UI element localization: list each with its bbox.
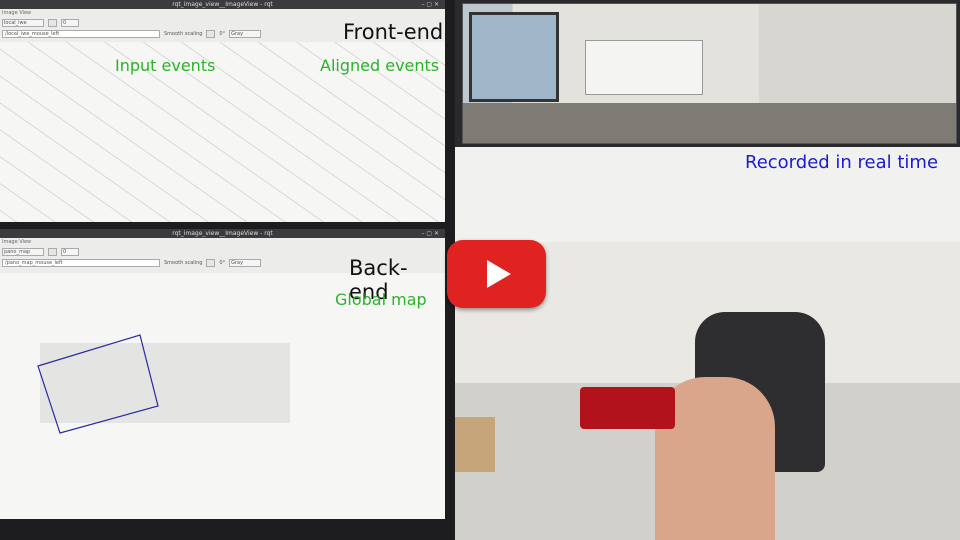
cardboard-box (455, 417, 495, 472)
spin-box[interactable]: 0 (61, 247, 79, 256)
office-window (469, 12, 559, 102)
recorded-caption: Recorded in real time (745, 152, 939, 173)
floor (463, 103, 956, 143)
play-button[interactable] (447, 240, 546, 308)
front-end-window: rqt_image_view__ImageView - rqt – ▢ ✕ Ima… (0, 0, 445, 222)
global-map-image (0, 273, 445, 519)
color-mode-select[interactable]: Gray (229, 258, 262, 267)
aligned-events-label: Aligned events (320, 56, 440, 75)
window-controls[interactable]: – ▢ ✕ (421, 229, 439, 238)
camera-scene-photo (455, 147, 960, 540)
color-mode-select[interactable]: Gray (229, 29, 262, 38)
refresh-button[interactable] (48, 18, 57, 27)
topic-select[interactable]: pano_map (2, 247, 44, 256)
window-title: rqt_image_view__ImageView - rqt (172, 1, 273, 8)
rotation-value: 0° (219, 30, 226, 37)
panorama-map-region (40, 343, 290, 423)
smooth-scaling-checkbox[interactable]: Smooth scaling (164, 260, 202, 266)
topic-select[interactable]: local_iwe (2, 18, 44, 27)
window-controls[interactable]: – ▢ ✕ (421, 0, 439, 9)
back-end-window: rqt_image_view__ImageView - rqt – ▢ ✕ Ima… (0, 229, 445, 519)
topic-input[interactable]: /local_iwe_mouse_left (2, 29, 160, 38)
panorama-photo (462, 3, 957, 144)
whiteboard (585, 40, 703, 95)
plugin-title: Image View (2, 10, 32, 16)
window-title: rqt_image_view__ImageView - rqt (172, 230, 273, 237)
spin-box[interactable]: 0 (61, 18, 79, 27)
rotate-button[interactable] (206, 29, 216, 38)
global-map-label: Global map (335, 290, 427, 309)
map-drawing (37, 334, 290, 434)
refresh-button[interactable] (48, 247, 57, 256)
topic-input[interactable]: /pano_map_mouse_left (2, 258, 160, 267)
rotate-button[interactable] (206, 258, 216, 267)
smooth-scaling-checkbox[interactable]: Smooth scaling (164, 31, 202, 37)
input-events-label: Input events (115, 56, 216, 75)
monitor-photo: rqt_image_view__ImageView - rqt – ▢ ✕ Ima… (0, 0, 455, 540)
event-camera (580, 387, 675, 429)
plugin-title: Image View (2, 239, 32, 245)
rotation-value: 0° (219, 259, 226, 266)
play-button-icon (487, 260, 511, 288)
front-end-label: Front-end (343, 20, 444, 44)
